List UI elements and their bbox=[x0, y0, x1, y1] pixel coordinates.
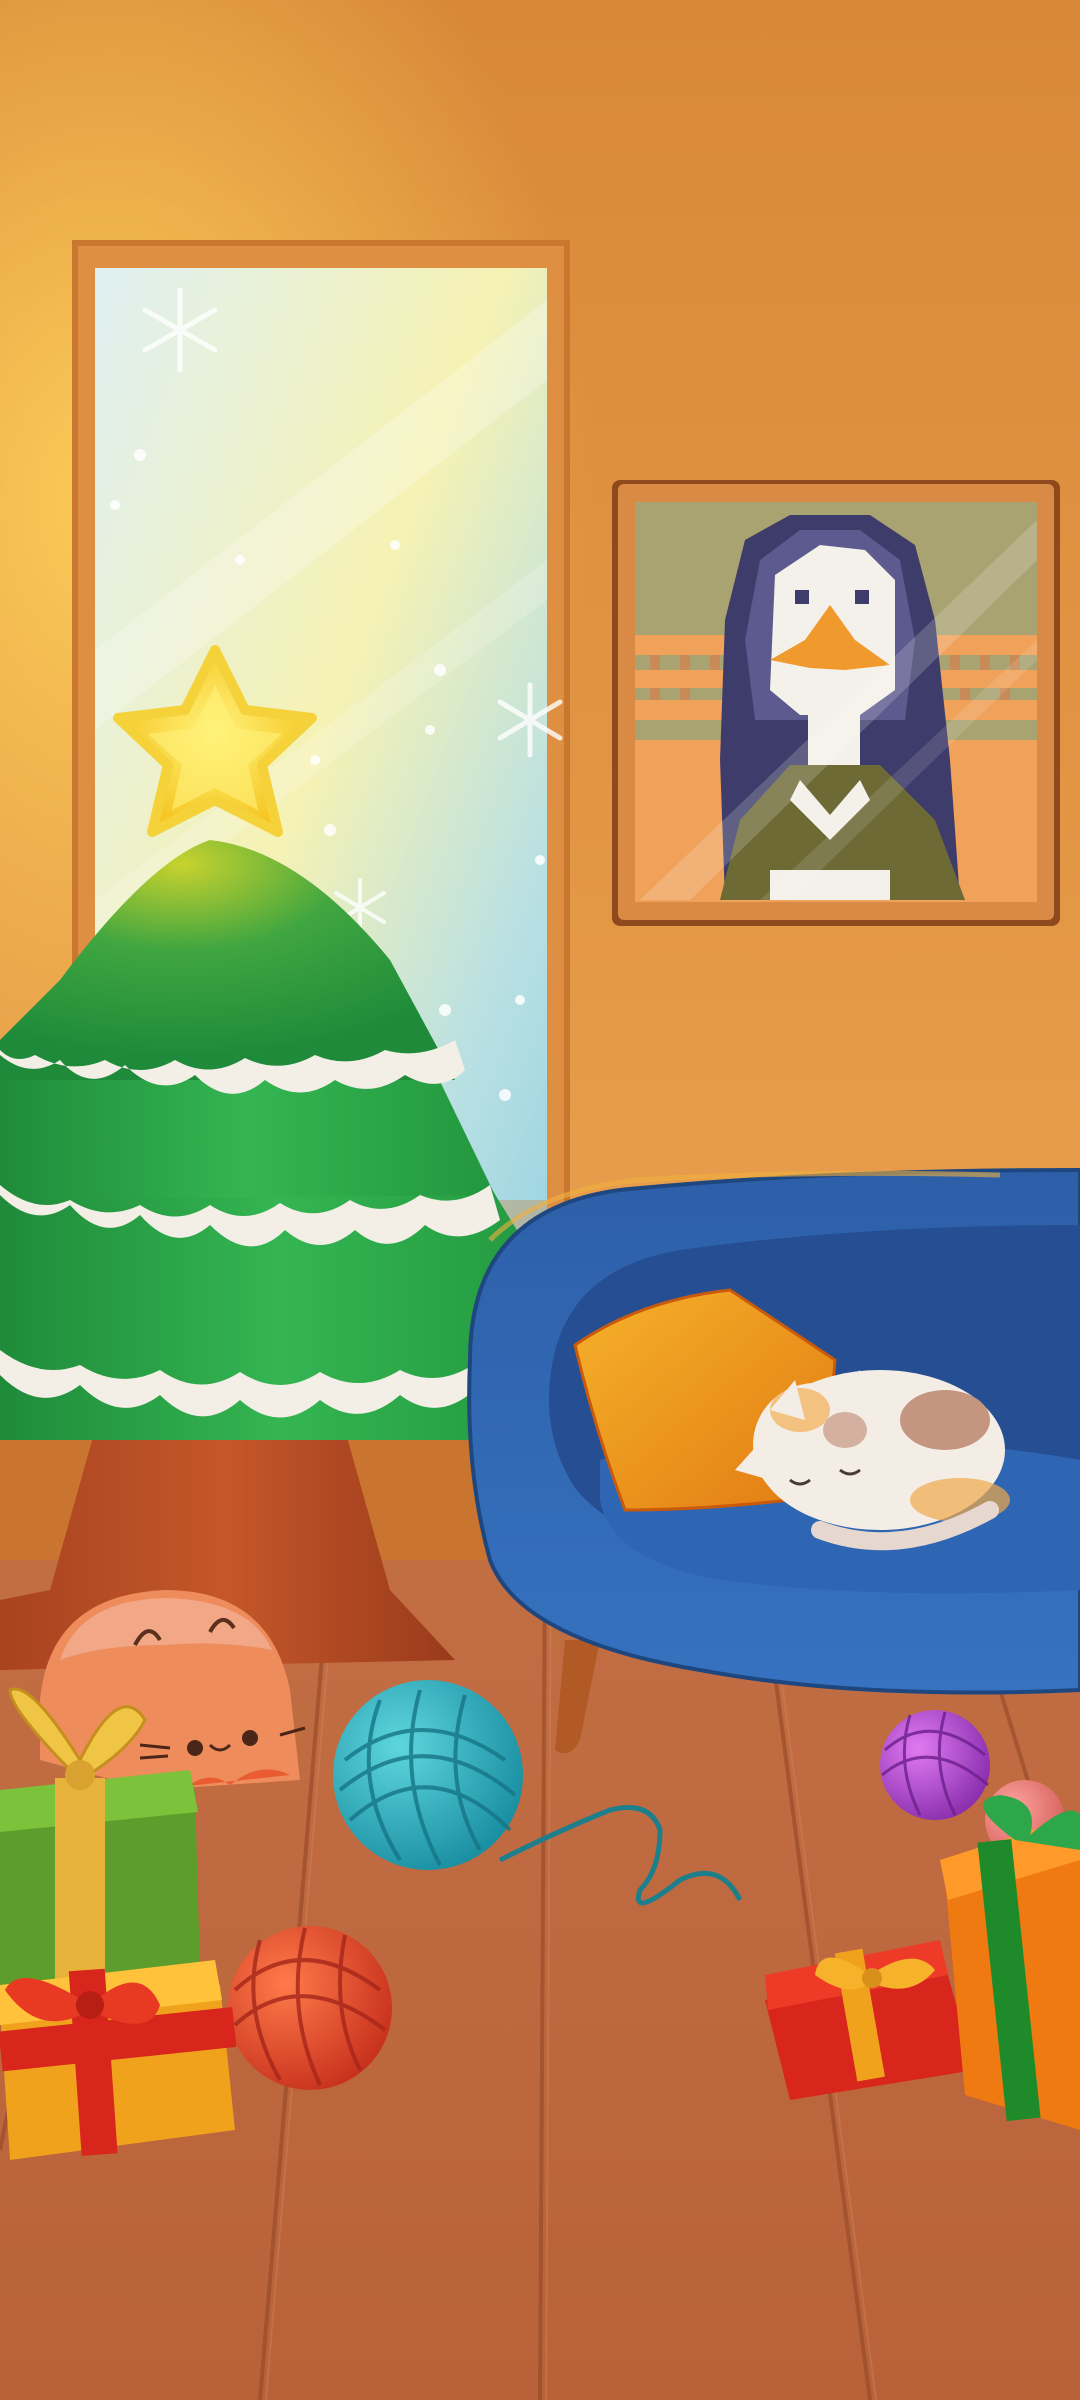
room-scene bbox=[0, 0, 1080, 2400]
gift-box-icon[interactable] bbox=[0, 1960, 237, 2160]
framed-cross-stitch-picture bbox=[612, 480, 1060, 926]
yarn-ball-icon[interactable] bbox=[880, 1710, 990, 1820]
room-illustration bbox=[0, 0, 1080, 2400]
yarn-ball-icon[interactable] bbox=[228, 1926, 392, 2090]
